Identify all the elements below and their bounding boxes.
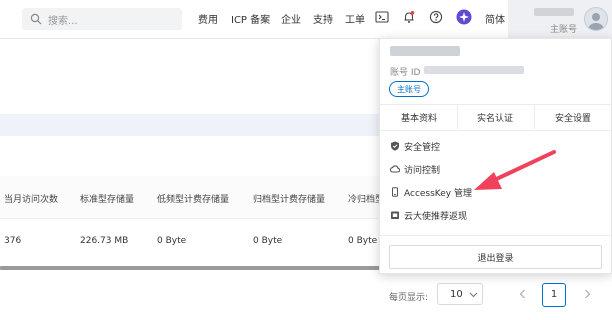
table-cell: 0 Byte — [253, 236, 283, 246]
search-icon — [30, 13, 42, 25]
search-placeholder: 搜索... — [48, 16, 78, 27]
menu-item-label: 访问控制 — [404, 166, 441, 176]
chevron-left-icon[interactable] — [518, 289, 528, 299]
menu-item-label: 安全管控 — [404, 143, 441, 153]
nav-enterprise[interactable]: 企业 — [281, 11, 301, 26]
nav-support[interactable]: 支持 — [313, 11, 333, 26]
table-cell: 0 Byte — [348, 236, 378, 246]
table-cell: 0 Byte — [157, 236, 187, 246]
page-size-value: 10 — [450, 289, 463, 300]
table-cell: 376 — [4, 236, 22, 246]
divider — [380, 130, 611, 131]
page-button-current[interactable]: 1 — [542, 283, 566, 307]
chevron-right-icon[interactable] — [582, 289, 592, 299]
annotation-arrow-icon — [474, 150, 556, 190]
horizontal-scrollbar[interactable] — [0, 266, 382, 270]
account-name-redacted — [534, 8, 574, 16]
avatar[interactable] — [584, 7, 608, 31]
nav-icp[interactable]: ICP 备案 — [231, 11, 270, 26]
menu-item-label: 云大使推荐返现 — [404, 212, 468, 222]
divider — [457, 105, 458, 129]
page-size-select[interactable]: 10 — [437, 283, 483, 305]
gift-icon — [391, 211, 399, 219]
account-id-label: 账号 ID — [390, 68, 421, 78]
column-header: 标准型存储量 — [80, 195, 135, 205]
search-input[interactable]: 搜索... — [22, 8, 182, 30]
nav-billing[interactable]: 费用 — [198, 11, 218, 26]
terminal-icon[interactable] — [375, 10, 389, 24]
column-header: 归档型计费存储量 — [253, 195, 326, 205]
logout-label: 退出登录 — [477, 254, 514, 264]
nav-tickets[interactable]: 工单 — [345, 11, 365, 26]
table-cell: 226.73 MB — [80, 236, 129, 246]
cloud-icon — [390, 165, 400, 173]
user-icon — [588, 13, 604, 30]
main-account-badge: 主账号 — [389, 81, 429, 97]
tab-profile[interactable]: 基本资料 — [401, 111, 437, 124]
page-number: 1 — [550, 289, 558, 300]
menu-item-label: AccessKey 管理 — [404, 189, 472, 199]
divider — [380, 235, 611, 236]
divider — [534, 105, 535, 129]
logout-button[interactable]: 退出登录 — [389, 245, 602, 269]
shield-icon — [391, 141, 399, 151]
tab-security-settings[interactable]: 安全设置 — [555, 111, 591, 124]
tab-real-name-verification[interactable]: 实名认证 — [477, 111, 513, 124]
language-switch[interactable]: 简体 — [485, 11, 505, 26]
page-size-label: 每页显示: — [389, 293, 429, 303]
top-bar: 搜索... 费用 ICP 备案 企业 支持 工单 简体 主账号 — [0, 0, 612, 39]
app-logo-icon[interactable] — [456, 9, 472, 25]
bell-icon[interactable] — [402, 10, 416, 24]
column-header: 当月访问次数 — [4, 195, 59, 205]
divider — [380, 104, 611, 105]
column-header: 低频型计费存储量 — [157, 195, 230, 205]
account-id-redacted — [424, 66, 524, 74]
account-role: 主账号 — [550, 25, 578, 35]
help-icon[interactable] — [429, 10, 443, 24]
key-icon — [392, 187, 398, 197]
chevron-down-icon — [469, 292, 478, 298]
account-name-redacted — [390, 46, 460, 56]
